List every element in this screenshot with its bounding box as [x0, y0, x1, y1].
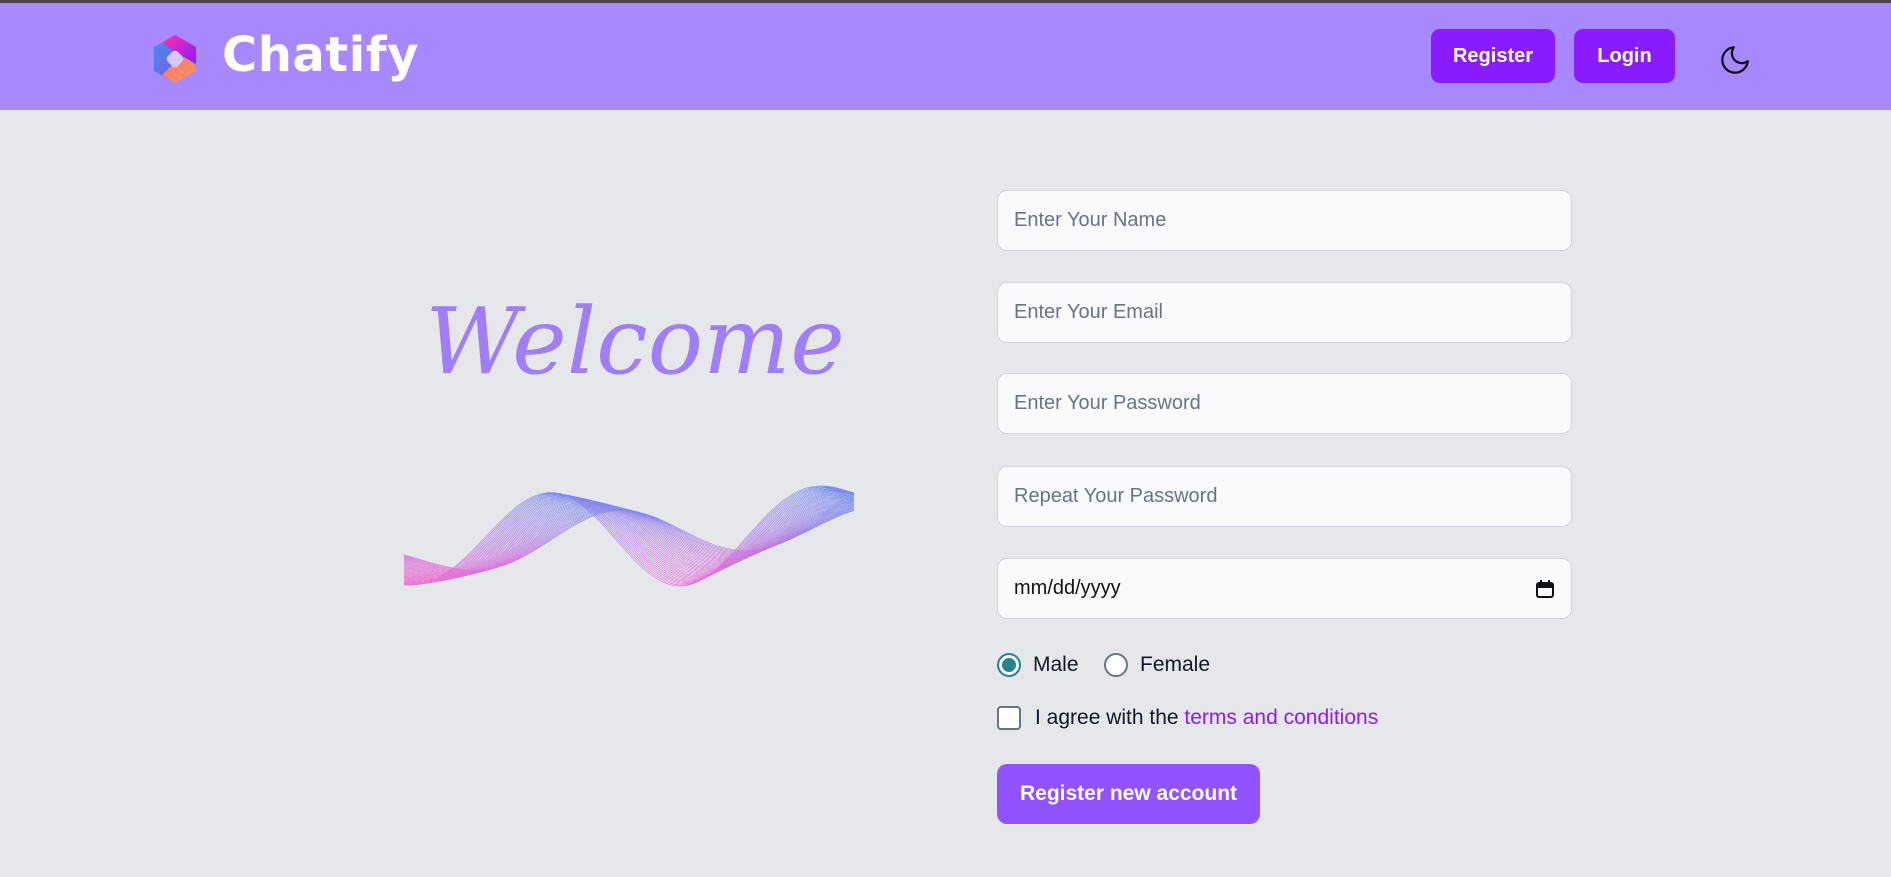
- birthdate-input[interactable]: mm/dd/yyyy: [997, 558, 1572, 619]
- terms-agreement: I agree with the terms and conditions: [997, 706, 1378, 730]
- login-button[interactable]: Login: [1574, 29, 1675, 83]
- register-new-account-button[interactable]: Register new account: [997, 764, 1260, 824]
- register-button[interactable]: Register: [1431, 29, 1555, 83]
- radio-label: Female: [1140, 653, 1211, 676]
- welcome-heading: Welcome: [425, 288, 845, 395]
- email-input[interactable]: [997, 282, 1572, 343]
- gender-female-radio[interactable]: Female: [1104, 653, 1210, 677]
- gender-male-radio[interactable]: Male: [997, 653, 1079, 677]
- name-input[interactable]: [997, 190, 1572, 251]
- radio-circle[interactable]: [1104, 653, 1128, 677]
- repeat-password-input[interactable]: [997, 466, 1572, 527]
- wave-illustration: [404, 485, 855, 587]
- chatify-logo-icon[interactable]: [150, 33, 200, 85]
- brand-name[interactable]: Chatify: [222, 27, 419, 83]
- moon-icon[interactable]: [1718, 43, 1752, 77]
- date-placeholder: mm/dd/yyyy: [1014, 577, 1121, 599]
- radio-circle[interactable]: [997, 653, 1021, 677]
- calendar-icon[interactable]: [1535, 579, 1555, 599]
- terms-link[interactable]: terms and conditions: [1184, 706, 1378, 729]
- radio-label: Male: [1033, 653, 1079, 676]
- agree-checkbox[interactable]: [997, 706, 1021, 730]
- agree-text: I agree with the: [1035, 706, 1185, 729]
- password-input[interactable]: [997, 373, 1572, 434]
- header: Chatify Register Login: [0, 3, 1891, 110]
